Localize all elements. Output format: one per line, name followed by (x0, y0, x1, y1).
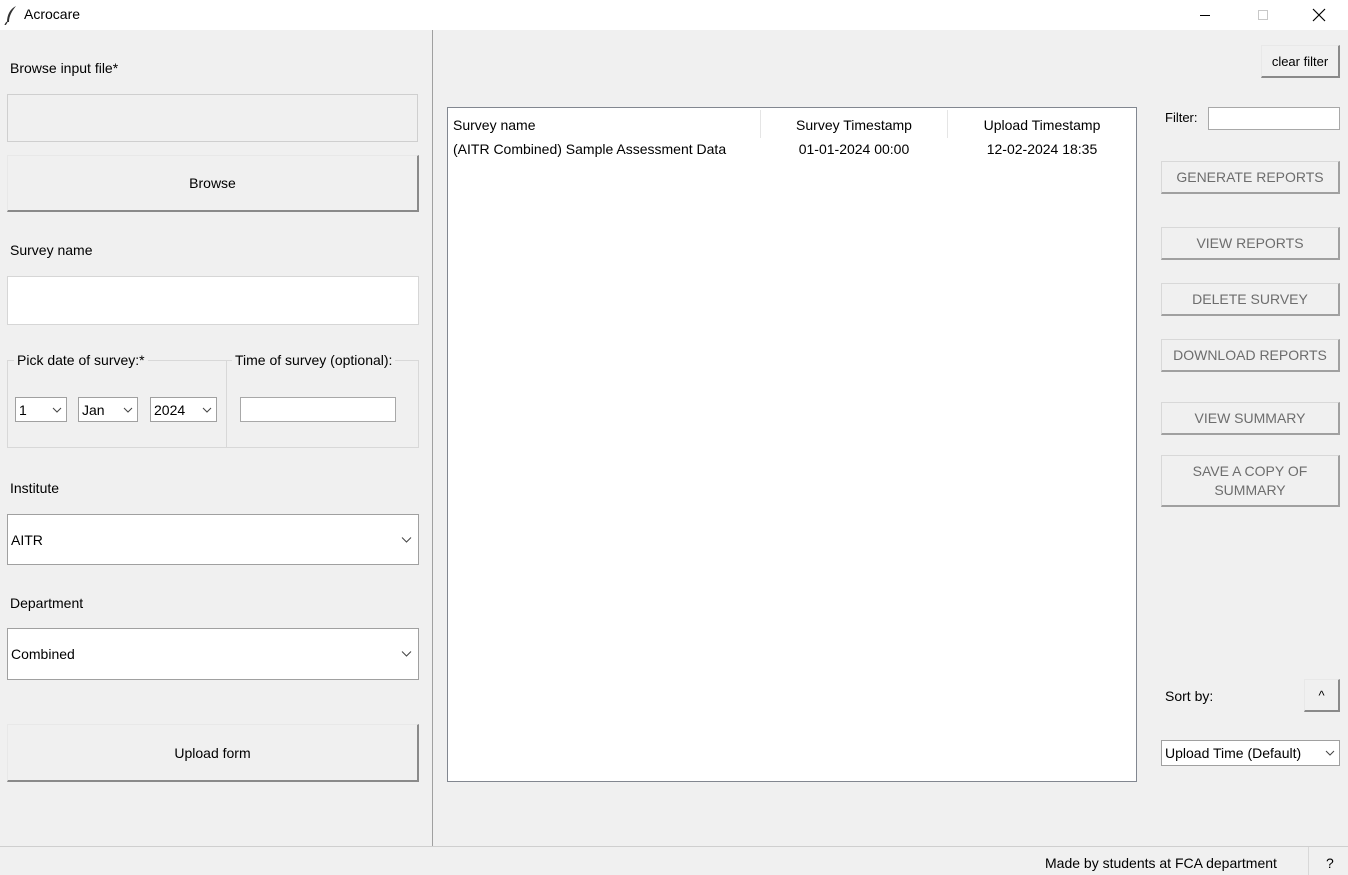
close-button[interactable] (1290, 0, 1348, 30)
chevron-down-icon (401, 536, 412, 543)
window-title: Acrocare (24, 6, 81, 22)
view-summary-button[interactable]: VIEW SUMMARY (1161, 402, 1340, 435)
time-group-label: Time of survey (optional): (232, 352, 396, 368)
day-select[interactable]: 1 (15, 397, 67, 422)
month-select[interactable]: Jan (78, 397, 138, 422)
institute-label: Institute (10, 480, 60, 496)
minimize-button[interactable] (1176, 0, 1234, 30)
survey-table[interactable]: Survey name Survey Timestamp Upload Time… (447, 107, 1137, 782)
maximize-icon (1258, 10, 1268, 20)
save-summary-copy-button[interactable]: SAVE A COPY OF SUMMARY (1161, 455, 1340, 507)
panel-divider (432, 30, 433, 846)
status-separator (1308, 847, 1309, 875)
upload-form-button[interactable]: Upload form (7, 724, 419, 782)
minimize-icon (1200, 15, 1210, 16)
department-value: Combined (11, 646, 75, 662)
credits-text: Made by students at FCA department (1045, 855, 1277, 871)
status-bar: Made by students at FCA department ? (0, 846, 1348, 875)
department-label: Department (10, 595, 84, 611)
sort-select[interactable]: Upload Time (Default) (1161, 740, 1340, 766)
maximize-button[interactable] (1234, 0, 1292, 30)
save-summary-line-2: SUMMARY (1214, 481, 1286, 498)
survey-name-input[interactable] (7, 276, 419, 325)
browse-input-label: Browse input file* (10, 60, 119, 76)
sort-by-label: Sort by: (1165, 688, 1214, 704)
department-select[interactable]: Combined (7, 628, 419, 680)
chevron-down-icon (123, 407, 133, 413)
year-select[interactable]: 2024 (150, 397, 217, 422)
day-value: 1 (19, 401, 27, 418)
chevron-down-icon (401, 651, 412, 657)
year-value: 2024 (154, 401, 186, 418)
survey-name-label: Survey name (10, 242, 93, 258)
date-group-label: Pick date of survey:* (14, 352, 148, 368)
column-header-survey-name[interactable]: Survey name (453, 112, 535, 138)
close-icon (1312, 8, 1326, 22)
file-path-field[interactable] (7, 94, 418, 142)
table-row[interactable]: (AITR Combined) Sample Assessment Data 0… (448, 138, 1136, 160)
clear-filter-button[interactable]: clear filter (1261, 45, 1340, 78)
browse-button[interactable]: Browse (7, 155, 419, 212)
filter-input[interactable] (1208, 107, 1340, 130)
feather-icon (4, 6, 16, 25)
view-reports-button[interactable]: VIEW REPORTS (1161, 227, 1340, 260)
chevron-down-icon (52, 407, 62, 413)
title-bar: Acrocare (0, 0, 1348, 30)
save-summary-line-1: SAVE A COPY OF (1192, 462, 1308, 479)
chevron-down-icon (202, 407, 212, 413)
cell-survey-timestamp: 01-01-2024 00:00 (798, 141, 910, 157)
sort-value: Upload Time (Default) (1165, 745, 1302, 761)
column-header-upload-timestamp[interactable]: Upload Timestamp (948, 112, 1136, 138)
delete-survey-button[interactable]: DELETE SURVEY (1161, 283, 1340, 316)
month-value: Jan (82, 401, 105, 418)
cell-upload-timestamp: 12-02-2024 18:35 (986, 141, 1098, 157)
chevron-down-icon (1325, 750, 1335, 756)
column-header-survey-timestamp[interactable]: Survey Timestamp (761, 112, 947, 138)
filter-label: Filter: (1165, 110, 1198, 125)
cell-survey-name: (AITR Combined) Sample Assessment Data (453, 141, 727, 157)
download-reports-button[interactable]: DOWNLOAD REPORTS (1161, 339, 1340, 372)
sort-direction-button[interactable]: ^ (1304, 679, 1340, 712)
institute-select[interactable]: AITR (7, 514, 419, 565)
institute-value: AITR (11, 531, 43, 548)
generate-reports-button[interactable]: GENERATE REPORTS (1161, 161, 1340, 194)
time-input[interactable] (240, 397, 396, 422)
help-button[interactable]: ? (1326, 855, 1334, 871)
